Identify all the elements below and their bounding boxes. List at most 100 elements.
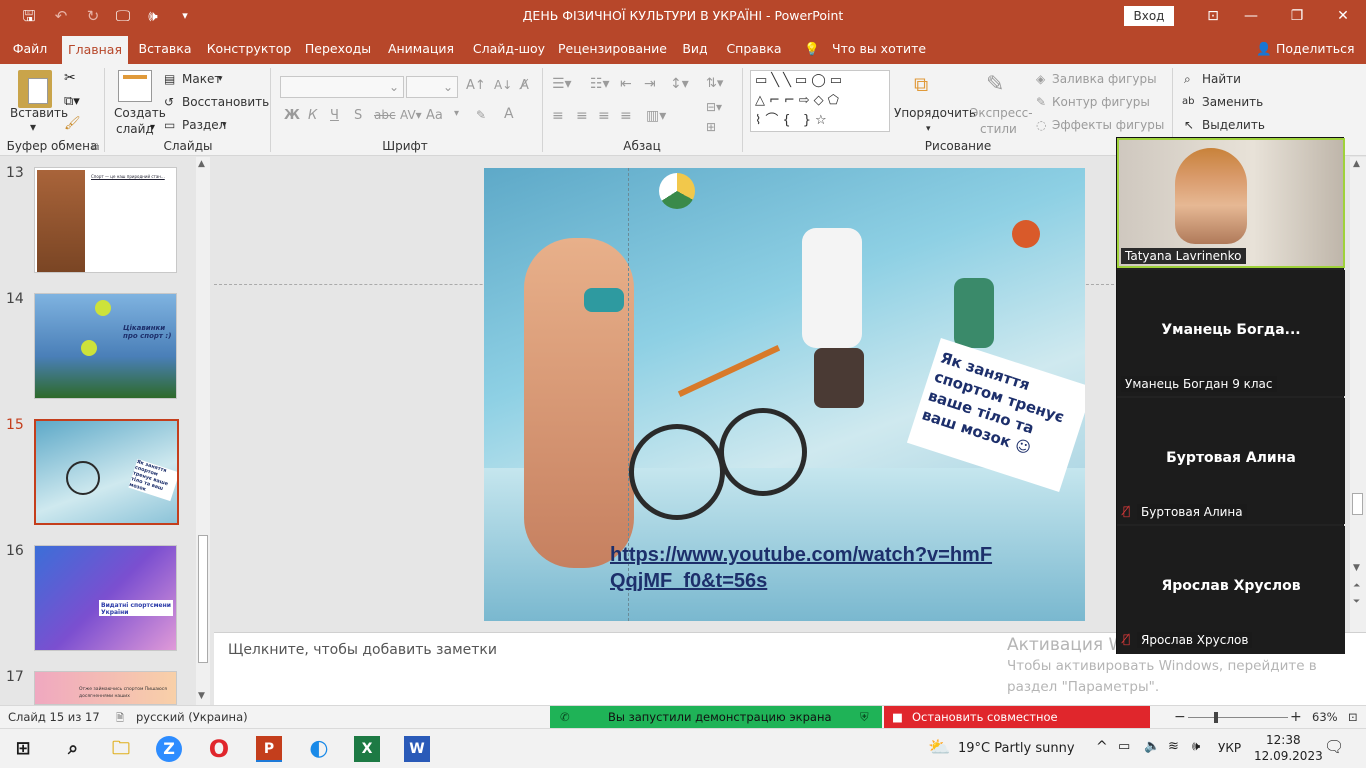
tab-home[interactable]: Главная <box>62 36 128 64</box>
bullets-icon[interactable]: ☰▾ <box>552 76 572 92</box>
chevron-down-icon[interactable]: ▾ <box>454 108 459 119</box>
chevron-up-icon[interactable]: ^ <box>1096 739 1108 755</box>
youtube-link-line1[interactable]: https://www.youtube.com/watch?v=hmF <box>610 542 992 568</box>
participant-video-tile[interactable]: Tatyana Lavrinenko <box>1117 138 1345 268</box>
signin-button[interactable]: Вход <box>1124 6 1174 26</box>
increase-indent-icon[interactable]: ⇥ <box>644 76 656 92</box>
align-left-icon[interactable]: ≡ <box>552 108 564 124</box>
highlight-icon[interactable]: ✎ <box>476 108 486 122</box>
format-painter-icon[interactable]: 🖌 <box>64 116 81 131</box>
shape-outline-icon[interactable]: ✎ <box>1036 95 1046 109</box>
section-icon[interactable]: ▭ <box>164 118 175 132</box>
shape-effects-icon[interactable]: ◌ <box>1036 118 1046 132</box>
zoom-app-icon[interactable]: Z <box>156 736 182 762</box>
italic-button[interactable]: К <box>308 108 317 123</box>
tab-animations[interactable]: Анимация <box>384 32 458 64</box>
chevron-down-icon[interactable]: ▾ <box>926 122 931 136</box>
tab-help[interactable]: Справка <box>724 32 784 64</box>
next-slide-icon[interactable]: ⏷ <box>1353 597 1360 607</box>
font-color-button[interactable]: A <box>504 106 514 122</box>
clock-time[interactable]: 12:38 <box>1266 733 1301 747</box>
find-button[interactable]: Найти <box>1202 72 1241 86</box>
arrange-icon[interactable]: ⧉ <box>914 72 942 102</box>
search-icon[interactable]: ⌕ <box>58 735 88 763</box>
search-icon[interactable]: ⌕ <box>1184 72 1191 86</box>
line-spacing-icon[interactable]: ↕▾ <box>670 76 689 92</box>
scroll-thumb[interactable] <box>198 535 208 663</box>
tab-slideshow[interactable]: Слайд-шоу <box>468 32 550 64</box>
share-button[interactable]: Поделиться <box>1276 32 1355 64</box>
slide-canvas[interactable]: Як заняття спортом тренує ваше тіло та в… <box>484 168 1085 621</box>
chevron-down-icon[interactable]: ▼ <box>1353 563 1360 573</box>
zoom-out-button[interactable]: − <box>1174 706 1186 728</box>
underline-button[interactable]: Ч <box>330 108 339 123</box>
thumbs-scrollbar[interactable]: ▲ ▼ <box>196 157 210 705</box>
layout-icon[interactable]: ▤ <box>164 72 175 86</box>
reset-icon[interactable]: ↺ <box>164 95 174 109</box>
font-size-select[interactable]: ⌄ <box>406 76 458 98</box>
opera-icon[interactable]: O <box>204 735 234 763</box>
tab-design[interactable]: Конструктор <box>204 32 294 64</box>
replace-button[interactable]: Заменить <box>1202 95 1263 109</box>
smartart-icon[interactable]: ⊞ <box>706 120 716 134</box>
audio-icon[interactable]: 🕪 <box>140 6 166 26</box>
align-text-icon[interactable]: ⊟▾ <box>706 100 722 114</box>
participant-tile[interactable]: Ярослав Хруслов 🎙̸ Ярослав Хруслов <box>1117 526 1345 654</box>
word-icon[interactable]: W <box>404 736 430 762</box>
battery-icon[interactable]: ▭ <box>1118 739 1130 754</box>
save-icon[interactable]: 🖫 <box>16 6 42 26</box>
notifications-icon[interactable]: 🗨 <box>1324 737 1344 756</box>
excel-icon[interactable]: X <box>354 736 380 762</box>
paste-icon[interactable] <box>18 70 52 108</box>
quick-styles-label-2[interactable]: стили <box>980 122 1017 136</box>
spacing-icon[interactable]: AV▾ <box>400 108 422 122</box>
quick-styles-icon[interactable]: ✎ <box>986 72 1016 102</box>
tell-me-search[interactable]: Что вы хотите сделать? <box>832 32 966 89</box>
shape-effects-button[interactable]: Эффекты фигуры <box>1052 118 1164 132</box>
file-explorer-icon[interactable]: 🗀 <box>106 735 136 763</box>
reset-button[interactable]: Восстановить <box>182 95 269 109</box>
chevron-up-icon[interactable]: ▲ <box>198 159 205 169</box>
align-center-icon[interactable]: ≡ <box>576 108 588 124</box>
present-icon[interactable]: 🖵 <box>110 6 136 26</box>
clock-date[interactable]: 12.09.2023 <box>1254 749 1323 763</box>
close-button[interactable]: ✕ <box>1320 0 1366 32</box>
decrease-indent-icon[interactable]: ⇤ <box>620 76 632 92</box>
keyboard-language[interactable]: УКР <box>1218 741 1241 755</box>
justify-icon[interactable]: ≡ <box>620 108 632 124</box>
undo-icon[interactable]: ↶ <box>48 6 74 26</box>
windows-start-icon[interactable]: ⊞ <box>8 735 38 763</box>
chevron-down-icon[interactable]: ▼ <box>198 691 205 701</box>
slide-thumbnail-16[interactable]: Видатні спортсмени України <box>34 545 177 651</box>
quick-styles-button[interactable]: Экспресс- <box>970 106 1033 120</box>
select-button[interactable]: Выделить <box>1202 118 1265 132</box>
chevron-up-icon[interactable]: ▲ <box>1353 159 1360 169</box>
language-indicator[interactable]: русский (Украина) <box>136 706 248 728</box>
zoom-level[interactable]: 63% <box>1312 706 1338 728</box>
zoom-slider-thumb[interactable] <box>1214 712 1218 723</box>
fit-slide-icon[interactable]: ⊡ <box>1348 706 1358 728</box>
new-slide-button[interactable]: Создать <box>114 106 166 120</box>
shrink-font-icon[interactable]: A↓ <box>494 78 512 92</box>
new-slide-icon[interactable] <box>118 70 152 102</box>
grow-font-icon[interactable]: A↑ <box>466 78 486 93</box>
youtube-link-line2[interactable]: QqjMF_f0&t=56s <box>610 568 992 594</box>
participant-tile[interactable]: Буртовая Алина 🎙̸ Буртовая Алина <box>1117 398 1345 524</box>
cut-icon[interactable]: ✂ <box>64 70 76 86</box>
replace-icon[interactable]: ab <box>1182 95 1194 109</box>
wifi-icon[interactable]: ≋ <box>1168 739 1179 754</box>
clear-format-icon[interactable]: A̸ <box>520 78 529 93</box>
text-direction-icon[interactable]: ⇅▾ <box>706 76 723 91</box>
slide-thumbnail-14[interactable]: Цікавинки про спорт :) <box>34 293 177 399</box>
arrange-button[interactable]: Упорядочить <box>894 106 976 120</box>
editor-scrollbar[interactable]: ▲ ▼ ⏶ ⏷ <box>1350 157 1366 632</box>
numbering-icon[interactable]: ☷▾ <box>590 76 610 92</box>
layout-button[interactable]: Макет <box>182 72 221 86</box>
spellcheck-icon[interactable]: 🗎 <box>116 708 124 730</box>
redo-icon[interactable]: ↻ <box>80 6 106 26</box>
shape-outline-button[interactable]: Контур фигуры <box>1052 95 1150 109</box>
copy-icon[interactable]: ⧉▾ <box>64 94 80 109</box>
chevron-down-icon[interactable]: ▾ <box>218 72 223 86</box>
prev-slide-icon[interactable]: ⏶ <box>1353 581 1360 591</box>
minimize-button[interactable]: — <box>1228 0 1274 32</box>
